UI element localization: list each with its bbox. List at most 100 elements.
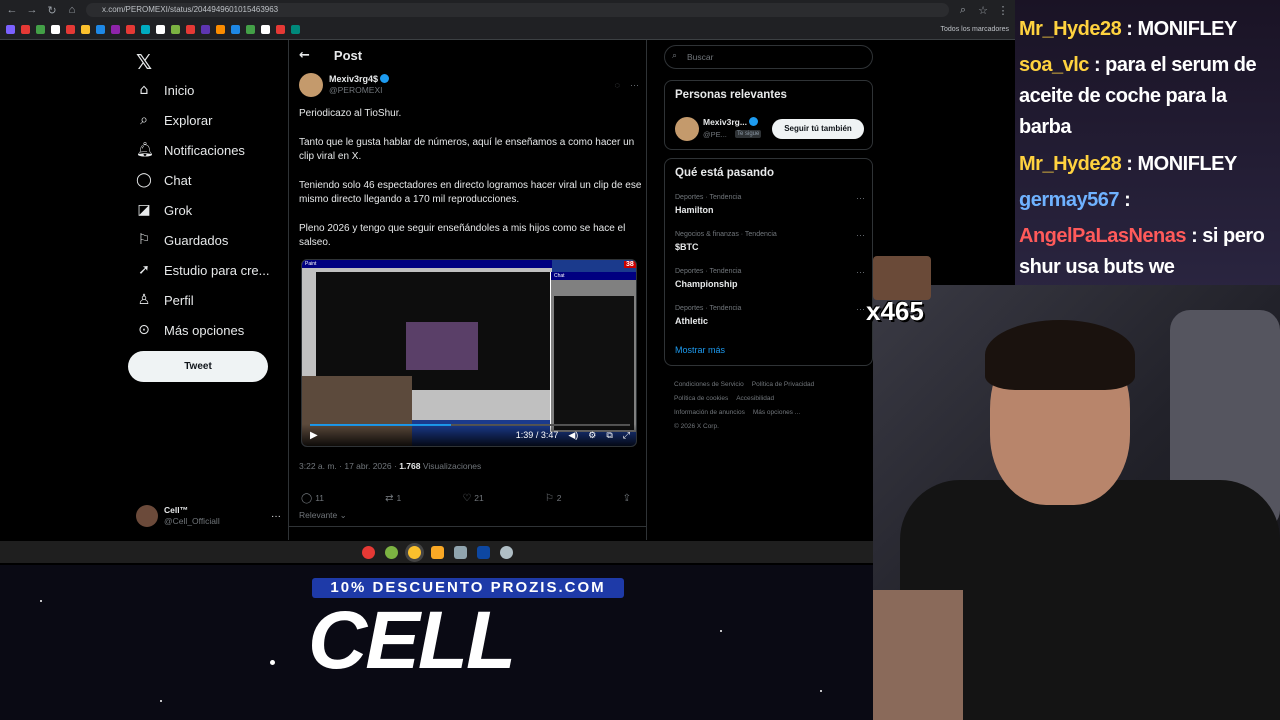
avatar[interactable] bbox=[299, 73, 323, 97]
back-arrow-icon[interactable]: ← bbox=[299, 48, 310, 63]
grok-icon: ◪ bbox=[137, 202, 151, 218]
nav-item-chat[interactable]: ◯ Chat bbox=[136, 169, 191, 191]
app-icon[interactable] bbox=[384, 545, 398, 559]
nav-item-estudio[interactable]: ➚ Estudio para cre... bbox=[136, 259, 269, 281]
bookmark-icon: ⚐ bbox=[137, 232, 151, 248]
repost-button[interactable]: ⇄ 1 bbox=[385, 493, 401, 504]
footer-link[interactable]: Política de cookies bbox=[674, 395, 728, 402]
address-bar-row: ← → ↻ ⌂ x.com/PEROMEXI/status/2044949601… bbox=[0, 0, 1015, 20]
bookmark-icon[interactable] bbox=[111, 25, 120, 34]
views-label: Visualizaciones bbox=[422, 461, 482, 471]
home-nav-icon[interactable]: ⌂ bbox=[66, 4, 78, 16]
nav-item-guardados[interactable]: ⚐ Guardados bbox=[136, 229, 229, 251]
nav-item-explorar[interactable]: ⌕ Explorar bbox=[136, 109, 212, 131]
volume-icon[interactable]: ◀) bbox=[568, 430, 578, 441]
trend-item[interactable]: Deportes · Tendencia Athletic ··· bbox=[675, 304, 865, 328]
chat-body bbox=[554, 296, 634, 430]
bookmark-icon[interactable] bbox=[231, 25, 240, 34]
more-icon[interactable]: ··· bbox=[856, 304, 865, 314]
nav-item-notificaciones[interactable]: 🔔︎ Notificaciones bbox=[136, 139, 245, 161]
all-bookmarks[interactable]: Todos los marcadores bbox=[941, 26, 1009, 33]
bookmark-icon[interactable] bbox=[81, 25, 90, 34]
bookmark-icon[interactable] bbox=[261, 25, 270, 34]
nav-item-grok[interactable]: ◪ Grok bbox=[136, 199, 192, 221]
author-name[interactable]: Mexiv3rg4$ bbox=[329, 73, 390, 85]
forward-icon[interactable]: → bbox=[26, 4, 38, 16]
heart-icon: ♡ bbox=[462, 492, 472, 504]
more-icon[interactable]: ··· bbox=[856, 267, 865, 277]
back-icon[interactable]: ← bbox=[6, 4, 18, 16]
star-icon[interactable]: ☆ bbox=[977, 4, 989, 17]
bookmark-icon[interactable] bbox=[276, 25, 285, 34]
reload-icon[interactable]: ↻ bbox=[46, 4, 58, 17]
nav-item-perfil[interactable]: ♙ Perfil bbox=[136, 289, 194, 311]
footer-link[interactable]: Más opciones ... bbox=[753, 409, 800, 416]
bookmark-icon[interactable] bbox=[66, 25, 75, 34]
bookmark-icon[interactable] bbox=[216, 25, 225, 34]
video-player[interactable]: Paint Chat 38 ▶ 1:39 / 3:47 ◀) ⚙ ⧉ ⤢ bbox=[301, 259, 637, 447]
pip-icon[interactable]: ⧉ bbox=[606, 430, 612, 441]
settings-icon[interactable]: ⚙ bbox=[588, 430, 596, 441]
trend-item[interactable]: Negocios & finanzas · Tendencia $BTC ··· bbox=[675, 230, 865, 254]
bookmark-icon[interactable] bbox=[96, 25, 105, 34]
url-field[interactable]: x.com/PEROMEXI/status/204494960101546396… bbox=[86, 3, 949, 17]
bookmark-icon[interactable] bbox=[201, 25, 210, 34]
show-more-link[interactable]: Mostrar más bbox=[675, 345, 725, 355]
x-logo-icon[interactable]: 𝕏 bbox=[136, 50, 152, 74]
extensions-icon[interactable]: ⋮ bbox=[997, 4, 1009, 17]
app-icon[interactable] bbox=[453, 545, 467, 559]
trend-item[interactable]: Deportes · Tendencia Hamilton ··· bbox=[675, 193, 865, 217]
bookmark-icon[interactable] bbox=[126, 25, 135, 34]
more-icon[interactable]: ··· bbox=[856, 230, 865, 240]
bookmark-icon[interactable] bbox=[21, 25, 30, 34]
app-icon[interactable] bbox=[361, 545, 375, 559]
zoom-icon[interactable]: ⌕ bbox=[957, 4, 969, 17]
person-name[interactable]: Mexiv3rg... bbox=[703, 117, 758, 127]
footer-link[interactable]: Política de Privacidad bbox=[752, 381, 815, 388]
bookmark-icon[interactable] bbox=[36, 25, 45, 34]
search-icon: ⌕ bbox=[140, 112, 148, 128]
chat-title: Chat bbox=[551, 272, 636, 280]
chrome-icon[interactable] bbox=[407, 545, 421, 559]
bookmark-icon[interactable] bbox=[156, 25, 165, 34]
like-button[interactable]: ♡ 21 bbox=[462, 493, 483, 504]
bookmark-icon[interactable] bbox=[246, 25, 255, 34]
star bbox=[160, 700, 162, 702]
more-icon[interactable]: ··· bbox=[856, 193, 865, 203]
nav-item-inicio[interactable]: ⌂ Inicio bbox=[136, 79, 195, 101]
fullscreen-icon[interactable]: ⤢ bbox=[623, 430, 630, 441]
search-input[interactable]: Buscar bbox=[664, 45, 873, 69]
bookmark-icon[interactable] bbox=[171, 25, 180, 34]
app-icon[interactable] bbox=[499, 545, 513, 559]
nav-item-mas-opciones[interactable]: ⊙ Más opciones bbox=[136, 319, 244, 341]
bookmark-icon[interactable] bbox=[141, 25, 150, 34]
more-icon[interactable]: ··· bbox=[630, 80, 639, 90]
footer-link[interactable]: Accesibilidad bbox=[736, 395, 774, 402]
bookmark-icon[interactable] bbox=[6, 25, 15, 34]
folder-icon[interactable] bbox=[430, 545, 444, 559]
follow-button[interactable]: Seguir tú también bbox=[772, 119, 864, 139]
share-button[interactable]: ⇪ bbox=[623, 493, 634, 504]
footer-link[interactable]: Condiciones de Servicio bbox=[674, 381, 744, 388]
footer-link[interactable]: Información de anuncios bbox=[674, 409, 745, 416]
nav-label: Inicio bbox=[164, 82, 195, 98]
bookmark-icon[interactable] bbox=[186, 25, 195, 34]
bookmark-icon[interactable] bbox=[291, 25, 300, 34]
share-icon: ⇪ bbox=[622, 492, 631, 504]
post-header: ← Post bbox=[299, 48, 362, 63]
views-count: 1.768 bbox=[399, 461, 421, 471]
photoshop-icon[interactable] bbox=[476, 545, 490, 559]
author-handle[interactable]: @PEROMEXI bbox=[329, 85, 389, 96]
grok-icon[interactable]: ◌ bbox=[615, 80, 620, 90]
tweet-button[interactable]: Tweet bbox=[128, 351, 268, 382]
relevance-dropdown[interactable]: Relevante ⌄ bbox=[299, 510, 347, 521]
timestamp[interactable]: 3:22 a. m. · 17 abr. 2026 · bbox=[299, 461, 397, 471]
bookmark-icon[interactable] bbox=[51, 25, 60, 34]
more-icon[interactable]: ··· bbox=[271, 511, 281, 522]
avatar[interactable] bbox=[675, 117, 699, 141]
trend-item[interactable]: Deportes · Tendencia Championship ··· bbox=[675, 267, 865, 291]
reply-button[interactable]: ◯ 11 bbox=[301, 493, 324, 504]
bookmark-button[interactable]: ⚐ 2 bbox=[545, 493, 562, 504]
play-icon[interactable]: ▶ bbox=[310, 430, 318, 441]
account-switcher[interactable]: Cell™ @Cell_Officiall ··· bbox=[136, 501, 281, 531]
